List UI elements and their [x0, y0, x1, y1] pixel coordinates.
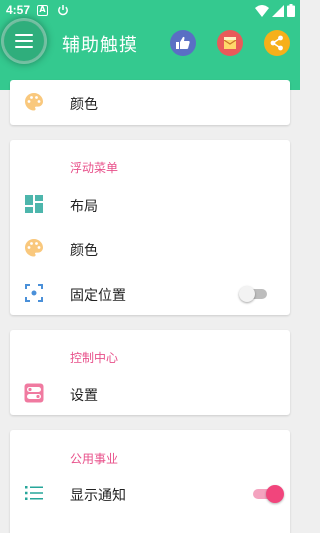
hamburger-icon: [15, 34, 33, 36]
color-card: 颜色: [10, 80, 290, 125]
toggle-thumb: [239, 286, 255, 302]
color-row[interactable]: 颜色: [10, 226, 290, 271]
layout-label: 布局: [70, 199, 98, 215]
dashboard-layout-icon: [25, 195, 43, 213]
page-title: 辅助触摸: [62, 35, 138, 56]
show-notification-row[interactable]: 显示通知: [10, 471, 290, 516]
settings-row[interactable]: 设置: [10, 371, 290, 416]
layout-row[interactable]: 布局: [10, 182, 290, 227]
toggle-settings-icon: [24, 383, 44, 403]
like-button[interactable]: [170, 30, 196, 56]
control-center-card: 控制中心 设置: [10, 330, 290, 415]
fixed-position-row[interactable]: 固定位置: [10, 271, 290, 316]
show-notification-label: 显示通知: [70, 488, 126, 504]
share-button[interactable]: [264, 30, 290, 56]
list-icon: [25, 486, 43, 500]
color-label: 颜色: [70, 243, 98, 259]
utilities-card: 公用事业 显示通知: [10, 430, 290, 533]
settings-label: 设置: [70, 388, 98, 404]
floating-menu-card: 浮动菜单 布局 颜色 固定位置: [10, 140, 290, 315]
mail-button[interactable]: [217, 30, 243, 56]
a-notification-icon: A: [37, 5, 48, 16]
section-title-utilities: 公用事业: [70, 452, 119, 466]
fixed-position-label: 固定位置: [70, 288, 126, 304]
menu-button[interactable]: [4, 21, 44, 61]
toggle-thumb: [266, 485, 284, 503]
hamburger-icon-line: [15, 40, 33, 42]
hamburger-icon-line: [15, 46, 33, 48]
battery-icon: [287, 4, 295, 17]
palette-icon: [25, 239, 43, 257]
wifi-icon: [255, 4, 269, 17]
power-icon: [58, 5, 68, 16]
mail-icon: [223, 37, 237, 49]
status-bar: 4:57 A: [0, 0, 300, 22]
thumbs-up-icon: [176, 36, 190, 49]
section-title-control-center: 控制中心: [70, 351, 119, 365]
status-time: 4:57: [6, 3, 31, 17]
palette-icon: [25, 93, 43, 111]
signal-icon: [272, 4, 284, 17]
section-title-floating-menu: 浮动菜单: [70, 161, 119, 175]
app-bar: 4:57 A 辅助触摸: [0, 0, 300, 90]
fixed-position-icon: [25, 284, 43, 302]
color-label: 颜色: [70, 97, 98, 113]
share-icon: [270, 35, 283, 51]
color-row[interactable]: 颜色: [10, 80, 290, 125]
